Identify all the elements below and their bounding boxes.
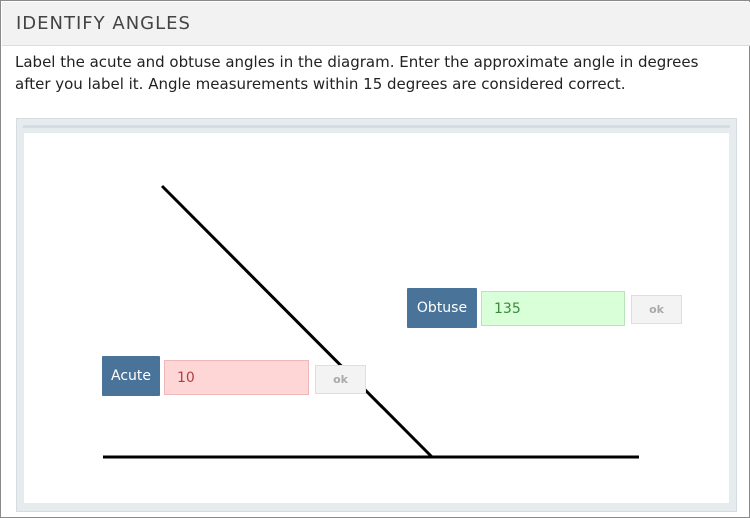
- workspace-top-strip: [23, 125, 730, 128]
- diagram-workspace: [16, 118, 737, 512]
- page-title: IDENTIFY ANGLES: [16, 13, 191, 34]
- obtuse-label-button[interactable]: Obtuse: [407, 288, 477, 328]
- acute-label-button[interactable]: Acute: [102, 356, 160, 396]
- header-bar: IDENTIFY ANGLES: [2, 2, 750, 46]
- instructions-text: Label the acute and obtuse angles in the…: [15, 53, 699, 93]
- activity-frame: IDENTIFY ANGLES Label the acute and obtu…: [0, 0, 750, 518]
- obtuse-angle-input[interactable]: [481, 291, 625, 326]
- obtuse-ok-button[interactable]: ok: [631, 295, 682, 324]
- acute-angle-input[interactable]: [164, 360, 309, 395]
- acute-ok-button[interactable]: ok: [315, 365, 366, 394]
